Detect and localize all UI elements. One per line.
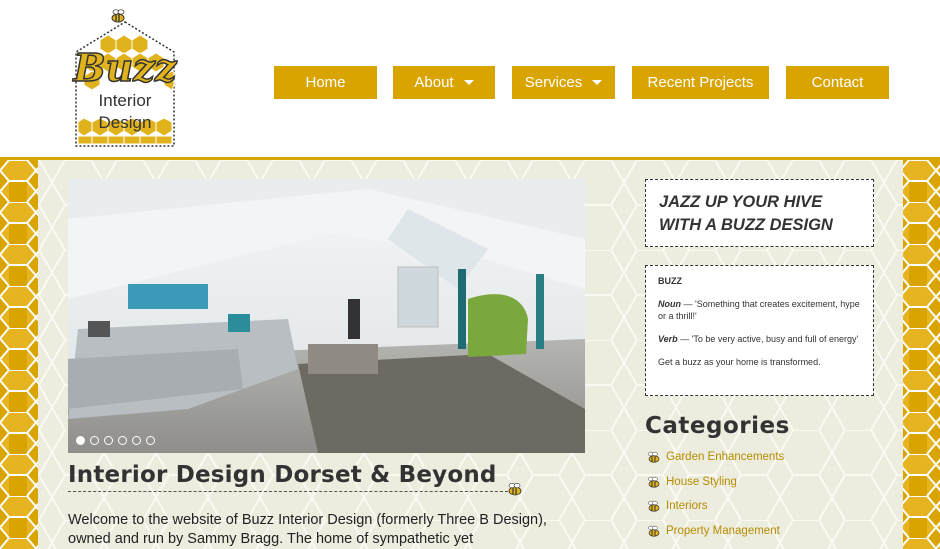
page-title: Interior Design Dorset & Beyond xyxy=(68,462,497,488)
category-link[interactable]: Garden Enhancements xyxy=(645,445,784,470)
slider-pagination xyxy=(76,436,155,445)
slide-image xyxy=(68,179,585,453)
definition-box: BUZZ Noun — 'Something that creates exci… xyxy=(645,265,874,396)
nav-recent-projects[interactable]: Recent Projects xyxy=(632,66,769,99)
categories-heading: Categories xyxy=(645,413,790,439)
slider-dot[interactable] xyxy=(104,436,113,445)
bee-icon xyxy=(648,452,660,463)
slider-dot[interactable] xyxy=(146,436,155,445)
category-link[interactable]: Property Management xyxy=(645,519,784,544)
definition-verb: Verb — 'To be very active, busy and full… xyxy=(658,334,859,344)
definition-noun: Noun — 'Something that creates excitemen… xyxy=(658,299,860,321)
category-link[interactable]: Interiors xyxy=(645,494,784,519)
svg-text:Design: Design xyxy=(99,113,152,132)
nav-services[interactable]: Services xyxy=(512,66,615,99)
logo-bee-icon xyxy=(111,9,125,23)
nav-home[interactable]: Home xyxy=(274,66,377,99)
definition-closing: Get a buzz as your home is transformed. xyxy=(658,357,821,367)
intro-paragraph: Welcome to the website of Buzz Interior … xyxy=(68,512,547,547)
main-content: Interior Design Dorset & Beyond Welcome … xyxy=(0,160,940,549)
definition-word: BUZZ xyxy=(658,276,682,286)
bee-icon xyxy=(648,525,660,537)
chevron-down-icon xyxy=(592,80,603,85)
category-label: Property Management xyxy=(666,524,780,537)
title-underline xyxy=(68,491,508,492)
categories-list: Garden Enhancements House Styling Interi… xyxy=(645,445,784,543)
category-link[interactable]: House Styling xyxy=(645,470,784,495)
category-label: Garden Enhancements xyxy=(666,451,785,464)
slider-dot[interactable] xyxy=(76,436,85,445)
slider-dot[interactable] xyxy=(90,436,99,445)
chevron-down-icon xyxy=(463,80,474,85)
nav-recent-projects-label: Recent Projects xyxy=(647,74,754,91)
bee-icon xyxy=(648,476,660,488)
bee-icon xyxy=(648,501,660,512)
tagline-box: JAZZ UP YOUR HIVE WITH A BUZZ DESIGN xyxy=(645,179,874,247)
slider-dot[interactable] xyxy=(132,436,141,445)
category-label: Interiors xyxy=(666,500,708,513)
nav-services-label: Services xyxy=(524,74,583,91)
slider-dot[interactable] xyxy=(118,436,127,445)
nav-contact[interactable]: Contact xyxy=(786,66,889,99)
nav-about[interactable]: About xyxy=(393,66,495,99)
site-header: Buzz Interior Design Home About Services… xyxy=(0,0,940,158)
category-label: House Styling xyxy=(666,475,737,488)
nav-contact-label: Contact xyxy=(811,74,864,91)
hero-slider[interactable] xyxy=(68,179,585,453)
nav-about-label: About xyxy=(414,74,454,91)
bee-icon xyxy=(508,482,522,496)
main-nav: Home About Services Recent Projects Cont… xyxy=(0,66,940,99)
nav-home-label: Home xyxy=(305,74,346,91)
